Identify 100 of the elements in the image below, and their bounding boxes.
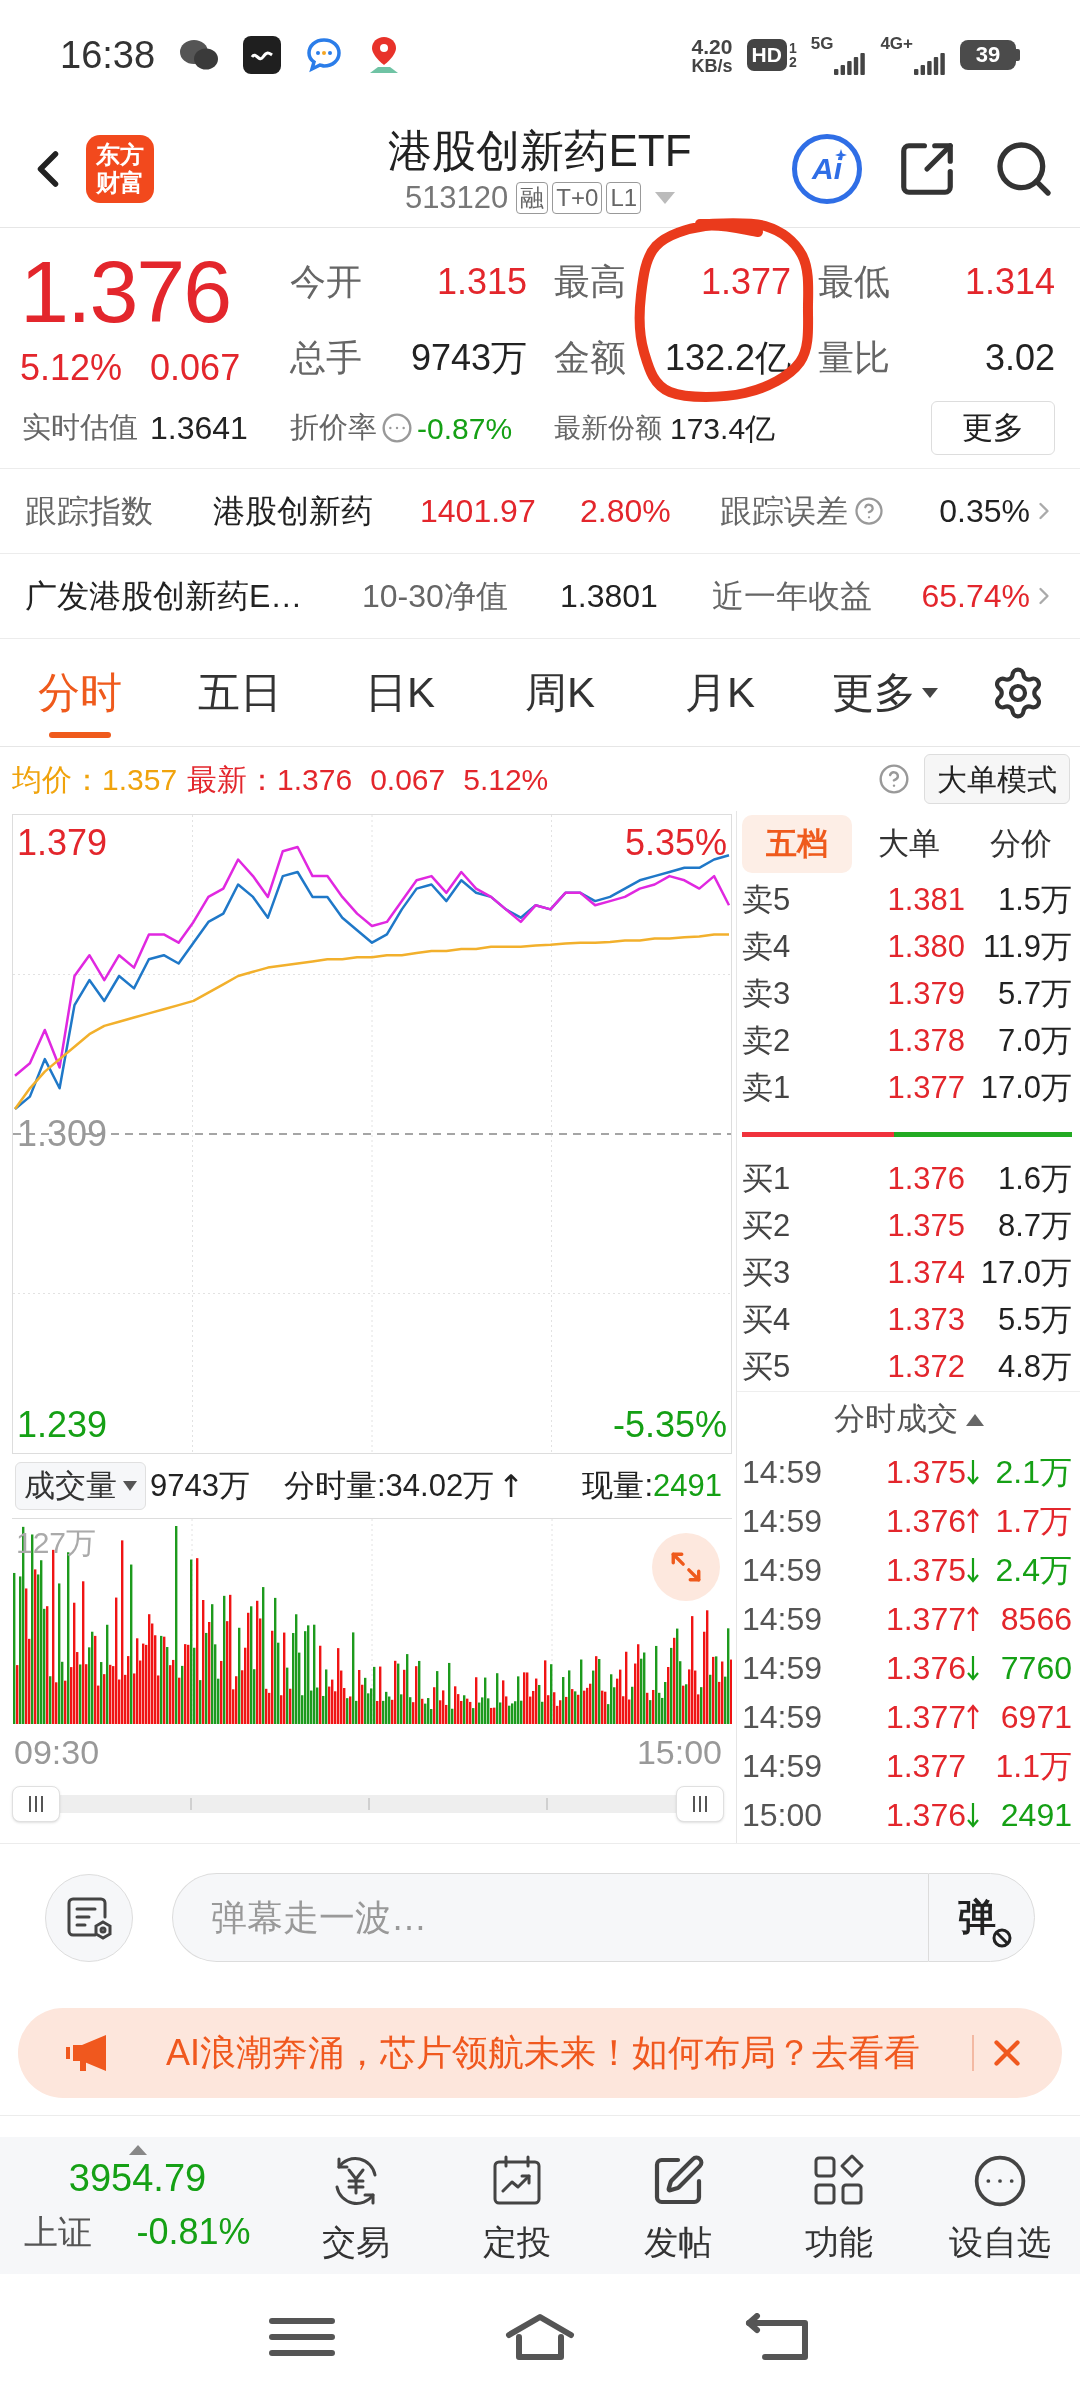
level-price: 1.380 bbox=[886, 928, 965, 967]
trade-time: 14:59 bbox=[742, 1648, 824, 1688]
nav-label: 10-30净值 bbox=[362, 577, 509, 616]
level-volume: 5.7万 bbox=[996, 975, 1072, 1014]
order-book-tab[interactable]: 分价 bbox=[966, 815, 1076, 873]
menu-icon[interactable] bbox=[269, 2317, 335, 2357]
home-icon[interactable] bbox=[505, 2313, 575, 2361]
chart-scrollbar[interactable] bbox=[12, 1786, 724, 1822]
trade-volume: 2.4万 bbox=[994, 1550, 1072, 1590]
trade-time: 14:59 bbox=[742, 1697, 824, 1737]
stat-label: 今开 bbox=[290, 260, 362, 304]
caret-icon bbox=[922, 687, 938, 698]
current-volume: 2491 bbox=[653, 1466, 722, 1505]
tag-badge: 融 bbox=[516, 181, 549, 214]
trade-price: 1.377 bbox=[884, 1746, 966, 1786]
level-volume: 17.0万 bbox=[979, 1069, 1072, 1108]
scrollbar-handle[interactable] bbox=[676, 1786, 724, 1822]
level-label: 卖3 bbox=[742, 975, 792, 1014]
level-volume: 7.0万 bbox=[996, 1022, 1072, 1061]
nav-item[interactable]: 定投 bbox=[436, 2137, 597, 2274]
percent-axis-label: -5.35% bbox=[612, 1403, 727, 1448]
trade-price: 1.376 bbox=[884, 1501, 966, 1541]
index-name: 上证 bbox=[24, 2211, 93, 2253]
more-button[interactable]: 更多 bbox=[931, 401, 1055, 455]
back-icon[interactable] bbox=[745, 2313, 811, 2361]
trade-price: 1.376 bbox=[884, 1795, 966, 1835]
trade-volume: 1.7万 bbox=[994, 1501, 1072, 1541]
sim-slot-number: 1 bbox=[788, 41, 797, 55]
chart-tab[interactable]: 月K bbox=[640, 639, 800, 746]
discount-label: 折价率 bbox=[290, 410, 377, 446]
level-volume: 8.7万 bbox=[996, 1207, 1072, 1246]
trade-time: 14:59 bbox=[742, 1452, 824, 1492]
level-price: 1.373 bbox=[886, 1301, 965, 1340]
grip-icon bbox=[692, 1796, 708, 1812]
danmaku-toggle-button[interactable]: 弹 bbox=[928, 1873, 1035, 1962]
index-name: 港股创新药 bbox=[213, 492, 374, 531]
up-arrow-icon bbox=[966, 1507, 980, 1534]
percent-axis-label: 5.35% bbox=[624, 820, 727, 865]
ai-assistant-button[interactable]: Ai bbox=[792, 133, 862, 204]
discount-value: -0.87% bbox=[417, 410, 513, 447]
level-price: 1.375 bbox=[886, 1207, 965, 1246]
nav-item[interactable]: 功能 bbox=[758, 2137, 919, 2274]
down-arrow-icon bbox=[966, 1556, 980, 1583]
expand-icon bbox=[669, 1550, 703, 1584]
comment-input[interactable]: 弹幕走一波… bbox=[172, 1873, 928, 1962]
chart-tab[interactable]: 周K bbox=[480, 639, 640, 746]
chart-tab[interactable]: 五日 bbox=[160, 639, 320, 746]
estimate-value: 1.3641 bbox=[150, 409, 248, 448]
time-axis-label: 09:30 bbox=[14, 1731, 100, 1773]
caret-up-icon[interactable] bbox=[965, 1413, 984, 1426]
level-price: 1.377 bbox=[886, 1069, 965, 1108]
latest-change-percent: 5.12% bbox=[463, 761, 549, 798]
level-label: 买3 bbox=[742, 1254, 792, 1293]
nav-item[interactable]: 发帖 bbox=[597, 2137, 758, 2274]
chart-tab[interactable]: 更多 bbox=[800, 639, 970, 746]
down-arrow-icon bbox=[966, 1654, 980, 1681]
level-volume: 17.0万 bbox=[979, 1254, 1072, 1293]
ellipsis-icon[interactable] bbox=[381, 412, 413, 444]
trade-volume: 7760 bbox=[999, 1648, 1072, 1688]
trade-price: 1.377 bbox=[884, 1599, 966, 1639]
caret-up-icon bbox=[128, 2145, 147, 2155]
order-book-tab[interactable]: 大单 bbox=[854, 815, 964, 873]
grip-icon bbox=[28, 1796, 44, 1812]
chart-tab[interactable]: 日K bbox=[320, 639, 480, 746]
caret-icon bbox=[123, 1481, 137, 1491]
trade-time: 14:59 bbox=[742, 1599, 824, 1639]
stat-label: 最低 bbox=[818, 260, 890, 304]
fund-name[interactable]: 广发港股创新药E… bbox=[25, 572, 362, 620]
scrollbar-handle[interactable] bbox=[12, 1786, 60, 1822]
index-change: 2.80% bbox=[580, 492, 672, 531]
stat-label: 总手 bbox=[290, 336, 362, 380]
index-ticker[interactable]: 3954.79 上证 -0.81% bbox=[0, 2137, 275, 2274]
volume-selector[interactable]: 成交量 bbox=[15, 1462, 146, 1510]
nav-item[interactable]: 设自选 bbox=[919, 2137, 1080, 2274]
stat-value: 9743万 bbox=[410, 336, 527, 380]
stat-value: 1.315 bbox=[436, 260, 527, 304]
stat-value: 1.314 bbox=[964, 260, 1055, 304]
message-bubble-icon bbox=[305, 37, 344, 73]
trend-arrow: ↑ bbox=[498, 1466, 525, 1506]
help-icon[interactable] bbox=[878, 763, 910, 795]
help-icon[interactable] bbox=[854, 496, 884, 526]
level-label: 卖5 bbox=[742, 881, 792, 920]
change-percent: 5.12% bbox=[20, 346, 123, 390]
level-label: 卖4 bbox=[742, 928, 792, 967]
index-value: 3954.79 bbox=[68, 2156, 207, 2201]
nav-item[interactable]: 交易 bbox=[275, 2137, 436, 2274]
level-price: 1.376 bbox=[886, 1160, 965, 1199]
nav-value: 1.3801 bbox=[560, 577, 659, 616]
index-value: 1401.97 bbox=[420, 492, 537, 531]
clock-time: 16:38 bbox=[60, 32, 156, 78]
up-arrow-icon bbox=[966, 1605, 980, 1632]
level-volume: 1.5万 bbox=[996, 881, 1072, 920]
stat-label: 量比 bbox=[818, 336, 890, 380]
latest-price: 最新：1.376 bbox=[187, 761, 353, 798]
current-volume-label: 现量: bbox=[582, 1466, 654, 1505]
level-label: 卖2 bbox=[742, 1022, 792, 1061]
level-volume: 4.8万 bbox=[996, 1348, 1072, 1387]
large-order-mode-button[interactable]: 大单模式 bbox=[924, 754, 1070, 804]
level-price: 1.372 bbox=[886, 1348, 965, 1387]
total-volume: 9743万 bbox=[150, 1466, 250, 1505]
